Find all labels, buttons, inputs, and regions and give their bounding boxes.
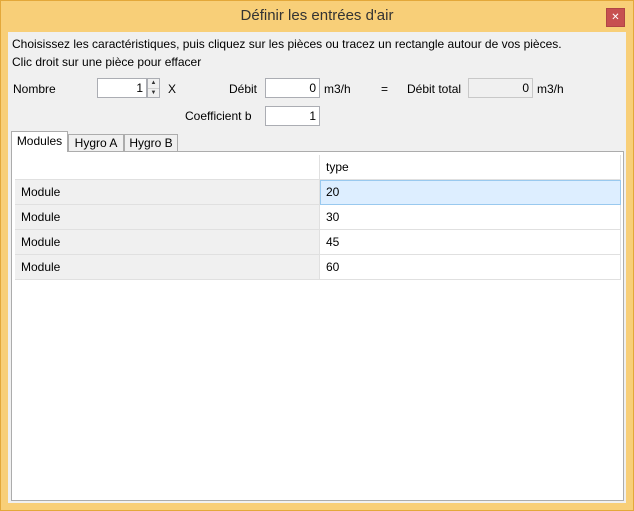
multiply-label: X [168, 82, 177, 96]
debit-input[interactable]: 0 [265, 78, 320, 98]
row-name-cell[interactable]: Module [15, 230, 320, 255]
instruction-line-1: Choisissez les caractéristiques, puis cl… [12, 37, 562, 51]
row-type-cell[interactable]: 60 [320, 255, 621, 280]
row-type-cell[interactable]: 30 [320, 205, 621, 230]
spin-down-icon[interactable]: ▼ [148, 89, 159, 98]
dialog-content: Choisissez les caractéristiques, puis cl… [8, 32, 626, 503]
debit-total-label: Débit total [407, 82, 462, 96]
nombre-input[interactable]: 1 [97, 78, 147, 98]
row-name-cell[interactable]: Module [15, 180, 320, 205]
title-bar[interactable]: Définir les entrées d'air ✕ [1, 1, 633, 31]
grid-header-row: type [15, 155, 621, 180]
equals-sign: = [381, 82, 389, 96]
debit-total-field: 0 [468, 78, 533, 98]
close-button[interactable]: ✕ [606, 8, 625, 27]
spin-up-icon[interactable]: ▲ [148, 79, 159, 89]
modules-grid: type Module 20 Module 30 Module 45 Modul… [15, 155, 621, 498]
nombre-label: Nombre [13, 82, 56, 96]
row-name-cell[interactable]: Module [15, 255, 320, 280]
tab-hygro-a[interactable]: Hygro A [68, 134, 124, 151]
table-row[interactable]: Module 60 [15, 255, 621, 280]
header-cell-name[interactable] [15, 155, 320, 180]
table-row[interactable]: Module 30 [15, 205, 621, 230]
table-row[interactable]: Module 20 [15, 180, 621, 205]
table-row[interactable]: Module 45 [15, 230, 621, 255]
instruction-line-2: Clic droit sur une pièce pour effacer [12, 55, 202, 69]
modules-panel: type Module 20 Module 30 Module 45 Modul… [11, 151, 624, 501]
dialog-window: Définir les entrées d'air ✕ Choisissez l… [0, 0, 634, 511]
nombre-spinner[interactable]: ▲ ▼ [147, 78, 160, 98]
row-type-cell[interactable]: 45 [320, 230, 621, 255]
coefficient-label: Coefficient b [185, 109, 252, 123]
row-name-cell[interactable]: Module [15, 205, 320, 230]
window-title: Définir les entrées d'air [240, 7, 394, 24]
tab-modules[interactable]: Modules [11, 131, 68, 152]
debit-unit: m3/h [324, 82, 351, 96]
tab-hygro-b[interactable]: Hygro B [124, 134, 178, 151]
coefficient-input[interactable]: 1 [265, 106, 320, 126]
debit-label: Débit [229, 82, 258, 96]
total-unit: m3/h [537, 82, 564, 96]
row-type-cell[interactable]: 20 [320, 180, 621, 205]
header-cell-type[interactable]: type [320, 155, 621, 180]
